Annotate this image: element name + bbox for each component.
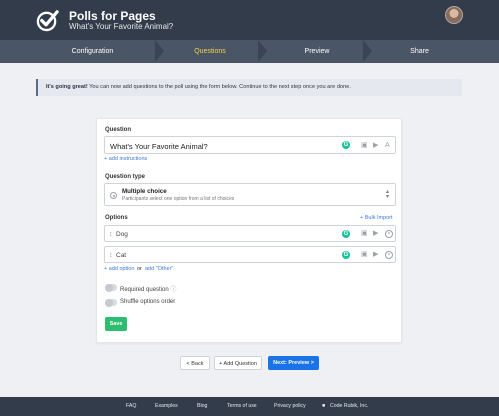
remove-option-icon[interactable]: × <box>385 251 393 259</box>
required-label: Required question ⓘ <box>120 287 177 293</box>
question-type-label: Question type <box>105 174 146 180</box>
chevron-right-icon <box>363 40 372 62</box>
top-bar: Polls for Pages What's Your Favorite Ani… <box>0 0 499 40</box>
step-questions[interactable]: Questions <box>164 40 256 63</box>
footer-link-examples[interactable]: Examples <box>155 397 178 416</box>
chevron-right-icon <box>155 40 164 62</box>
help-icon[interactable]: ⓘ <box>170 287 176 293</box>
step-share[interactable]: Share <box>372 40 467 63</box>
question-label: Question <box>105 127 132 133</box>
footer: FAQ Examples Blog Terms of use Privacy p… <box>0 397 499 416</box>
required-toggle[interactable] <box>105 283 117 292</box>
grammarly-icon[interactable]: G <box>342 141 350 149</box>
option-input[interactable]: ↕ Cat G ▣ ▶ × <box>104 246 396 263</box>
or-text: or <box>137 266 142 272</box>
image-icon[interactable]: ▣ <box>361 230 368 238</box>
radio-icon <box>110 192 117 199</box>
poll-title: What's Your Favorite Animal? <box>69 22 174 31</box>
footer-link-privacy[interactable]: Privacy policy <box>274 397 306 416</box>
question-input[interactable]: What's Your Favorite Animal? G ▣ ▶ A <box>104 136 396 154</box>
footer-link-terms[interactable]: Terms of use <box>227 397 257 416</box>
question-type-select[interactable]: Multiple choice Participants select one … <box>104 183 396 206</box>
back-button[interactable]: < Back <box>180 356 210 370</box>
image-icon[interactable]: ▣ <box>361 142 368 150</box>
info-banner: It's going great! You can now add questi… <box>36 79 462 96</box>
save-button[interactable]: Save <box>105 317 127 331</box>
app-title: Polls for Pages <box>69 9 156 23</box>
step-preview[interactable]: Preview <box>267 40 367 63</box>
question-form-card: Question What's Your Favorite Animal? G … <box>96 118 402 343</box>
footer-link-faq[interactable]: FAQ <box>126 397 136 416</box>
option-input-value: Cat <box>116 252 127 259</box>
info-banner-bold: It's going great! <box>46 84 88 90</box>
question-input-value: What's Your Favorite Animal? <box>110 142 208 151</box>
drag-handle-icon[interactable]: ↕ <box>109 231 113 238</box>
shuffle-toggle[interactable] <box>105 298 117 307</box>
option-input-value: Dog <box>116 231 128 238</box>
video-icon[interactable]: ▶ <box>373 251 378 259</box>
select-caret-icon: ▴ ▾ <box>385 189 389 200</box>
avatar[interactable] <box>445 6 463 24</box>
text-format-icon[interactable]: A <box>385 142 390 150</box>
shuffle-label: Shuffle options order <box>120 299 176 305</box>
question-type-title: Multiple choice <box>122 188 167 195</box>
option-input[interactable]: ↕ Dog G ▣ ▶ × <box>104 225 396 242</box>
image-icon[interactable]: ▣ <box>361 251 368 259</box>
drag-handle-icon[interactable]: ↕ <box>109 252 113 259</box>
add-instructions-link[interactable]: + add instructions <box>104 156 147 162</box>
code-rubik-logo-icon: ■ <box>322 403 326 409</box>
grammarly-icon[interactable]: G <box>342 230 350 238</box>
video-icon[interactable]: ▶ <box>373 230 378 238</box>
video-icon[interactable]: ▶ <box>373 142 378 150</box>
footer-company[interactable]: Code Rubik, Inc. <box>330 397 368 416</box>
step-bar: Configuration Questions Preview Share <box>0 40 499 63</box>
info-banner-text: You can now add questions to the poll us… <box>87 84 351 90</box>
next-preview-button[interactable]: Next: Preview > <box>268 356 319 370</box>
chevron-right-icon <box>258 40 267 62</box>
bulk-import-link[interactable]: + Bulk Import <box>360 215 393 221</box>
logo-checkmark-icon <box>36 10 59 32</box>
add-question-button[interactable]: + Add Question <box>214 356 262 370</box>
question-type-description: Participants select one option from a li… <box>122 196 235 202</box>
options-label: Options <box>105 215 128 221</box>
add-option-link[interactable]: + add option <box>104 266 134 272</box>
grammarly-icon[interactable]: G <box>342 251 350 259</box>
add-other-link[interactable]: add "Other" <box>145 266 173 272</box>
remove-option-icon[interactable]: × <box>385 230 393 238</box>
footer-link-blog[interactable]: Blog <box>197 397 207 416</box>
